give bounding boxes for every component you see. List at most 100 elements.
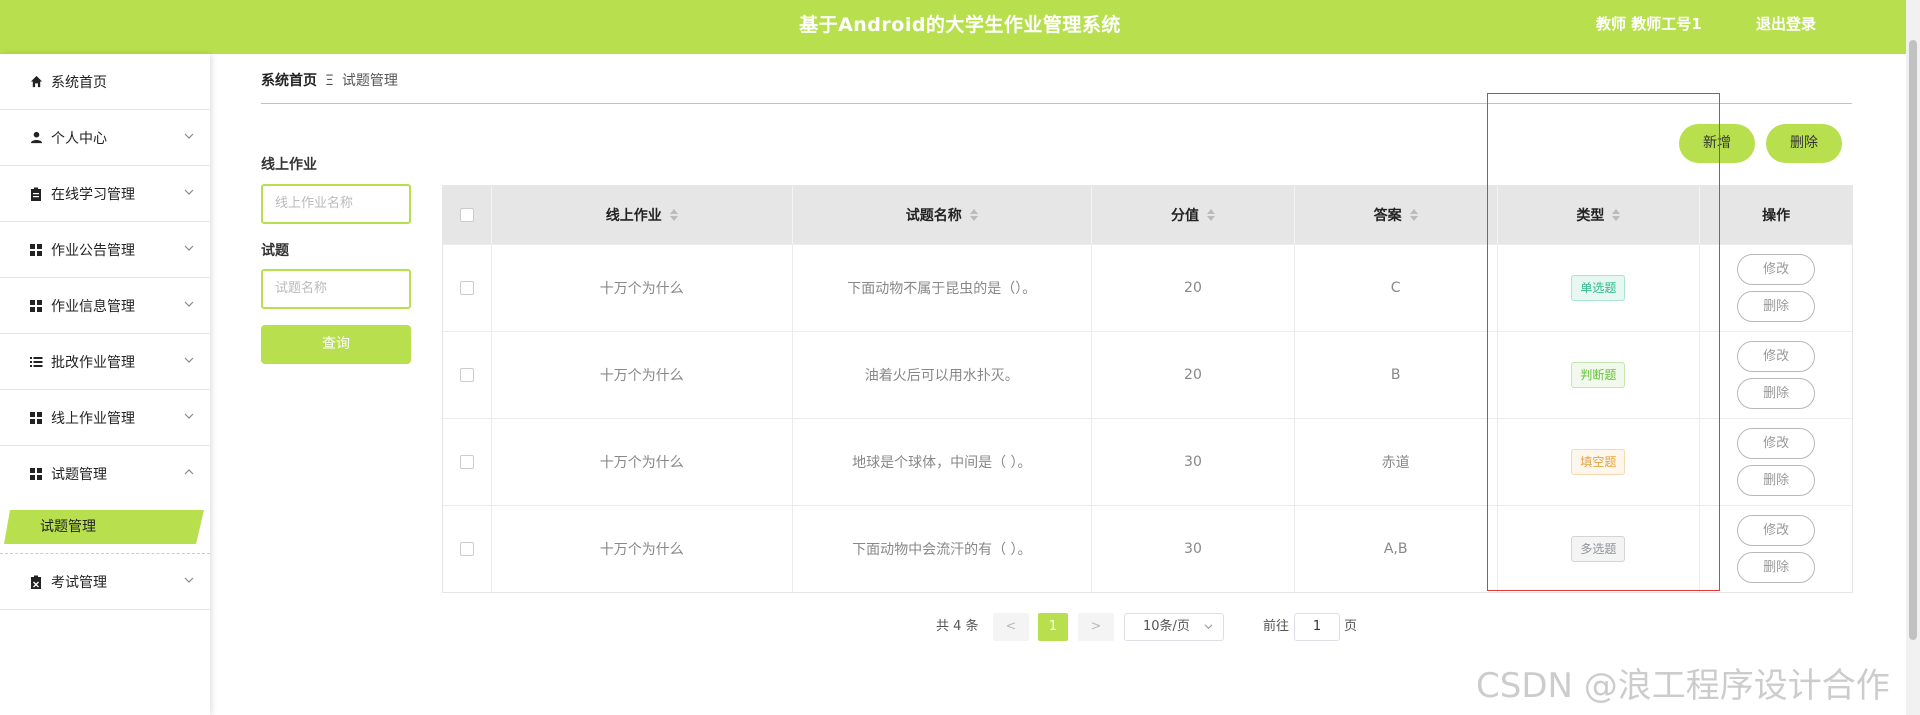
sidebar-item-label: 作业公告管理	[51, 242, 135, 259]
breadcrumb-current: 试题管理	[341, 73, 398, 89]
sidebar-item-label: 考试管理	[51, 574, 107, 591]
chevron-down-icon	[182, 355, 196, 369]
sidebar-item-label: 系统首页	[51, 74, 107, 91]
page-1-button[interactable]: 1	[1038, 613, 1068, 641]
homework-search-label: 线上作业	[261, 157, 317, 173]
row-delete-button[interactable]: 删除	[1737, 552, 1816, 583]
user-icon	[28, 130, 44, 146]
sidebar-item-label: 个人中心	[51, 130, 107, 147]
cell-score: 20	[1092, 332, 1295, 418]
column-header-homework[interactable]: 线上作业	[492, 186, 793, 244]
sidebar-item-grading[interactable]: 批改作业管理	[0, 334, 210, 390]
top-header: 基于Android的大学生作业管理系统 教师 教师工号1 退出登录	[0, 0, 1920, 54]
sidebar-item-online-homework[interactable]: 线上作业管理	[0, 390, 210, 446]
row-checkbox[interactable]	[459, 455, 474, 469]
row-delete-button[interactable]: 删除	[1737, 465, 1816, 496]
column-header-actions: 操作	[1762, 208, 1791, 224]
row-checkbox[interactable]	[459, 281, 474, 295]
sort-icon[interactable]	[969, 208, 978, 222]
sidebar-item-exams[interactable]: 考试管理	[0, 554, 210, 610]
page-size-value: 10条/页	[1143, 619, 1190, 634]
cell-question: 油着火后可以用水扑灭。	[793, 332, 1093, 418]
chevron-down-icon	[182, 131, 196, 145]
chevron-down-icon	[182, 187, 196, 201]
cell-homework: 十万个为什么	[492, 245, 793, 331]
query-button[interactable]: 查询	[261, 325, 411, 364]
sidebar: 系统首页 个人中心 在线学习管理 作业公告管理 作业信息管理 批改作业管理 线上…	[0, 54, 210, 715]
cell-score: 20	[1092, 245, 1295, 331]
chevron-down-icon	[182, 411, 196, 425]
chevron-down-icon	[182, 575, 196, 589]
sort-icon[interactable]	[1206, 208, 1215, 222]
chevron-up-icon	[182, 467, 196, 481]
cell-homework: 十万个为什么	[492, 506, 793, 592]
sidebar-item-label: 在线学习管理	[51, 186, 135, 203]
sidebar-item-homework-info[interactable]: 作业信息管理	[0, 278, 210, 334]
select-all-checkbox[interactable]	[459, 208, 474, 222]
sidebar-item-label: 线上作业管理	[51, 410, 135, 427]
submenu-item-questions[interactable]: 试题管理	[40, 510, 96, 544]
sort-icon[interactable]	[1409, 208, 1418, 222]
cell-score: 30	[1092, 419, 1295, 505]
page-size-select[interactable]: 10条/页	[1124, 613, 1224, 641]
submenu-highlight	[4, 510, 204, 544]
cell-homework: 十万个为什么	[492, 419, 793, 505]
list-icon	[28, 354, 44, 370]
sort-icon[interactable]	[669, 208, 678, 222]
question-search-input[interactable]: 试题名称	[261, 269, 411, 309]
homework-search-input[interactable]: 线上作业名称	[261, 184, 411, 224]
page-unit-label: 页	[1344, 619, 1358, 634]
breadcrumb: 系统首页 Ξ 试题管理	[261, 72, 398, 90]
prev-page-button[interactable]: <	[993, 613, 1029, 641]
edit-button[interactable]: 修改	[1737, 515, 1816, 546]
column-header-answer[interactable]: 答案	[1295, 186, 1498, 244]
cell-question: 下面动物中会流汗的有（ ）。	[793, 506, 1093, 592]
chevron-down-icon	[182, 299, 196, 313]
row-checkbox[interactable]	[459, 542, 474, 556]
row-checkbox[interactable]	[459, 368, 474, 382]
column-header-question[interactable]: 试题名称	[793, 186, 1093, 244]
sidebar-item-home[interactable]: 系统首页	[0, 54, 210, 110]
cell-answer: A,B	[1295, 506, 1498, 592]
row-delete-button[interactable]: 删除	[1737, 291, 1816, 322]
edit-button[interactable]: 修改	[1737, 254, 1816, 285]
next-page-button[interactable]: >	[1078, 613, 1114, 641]
goto-label: 前往	[1263, 619, 1290, 634]
goto-page-input[interactable]: 1	[1294, 613, 1340, 641]
cell-score: 30	[1092, 506, 1295, 592]
user-info: 教师 教师工号1	[1596, 15, 1702, 33]
highlight-annotation-box	[1487, 93, 1720, 591]
sidebar-item-profile[interactable]: 个人中心	[0, 110, 210, 166]
sidebar-item-label: 试题管理	[51, 467, 107, 483]
breadcrumb-separator: Ξ	[325, 73, 334, 89]
sidebar-item-homework-notice[interactable]: 作业公告管理	[0, 222, 210, 278]
chevron-down-icon	[182, 243, 196, 257]
chevron-down-icon	[1204, 614, 1213, 640]
row-delete-button[interactable]: 删除	[1737, 378, 1816, 409]
cell-answer: B	[1295, 332, 1498, 418]
submenu-group: 试题管理	[0, 502, 210, 554]
grid-icon	[28, 298, 44, 314]
sidebar-item-label: 作业信息管理	[51, 298, 135, 315]
logout-link[interactable]: 退出登录	[1756, 0, 1816, 48]
sidebar-item-online-learning[interactable]: 在线学习管理	[0, 166, 210, 222]
home-icon	[28, 74, 44, 90]
grid-icon	[28, 242, 44, 258]
clipboard-icon	[28, 186, 44, 202]
sidebar-item-questions[interactable]: 试题管理	[0, 446, 210, 502]
page-scrollbar[interactable]	[1906, 0, 1920, 715]
breadcrumb-home[interactable]: 系统首页	[261, 73, 317, 89]
cell-answer: C	[1295, 245, 1498, 331]
cell-answer: 赤道	[1295, 419, 1498, 505]
delete-button[interactable]: 删除	[1766, 124, 1842, 163]
scrollbar-thumb[interactable]	[1909, 40, 1917, 640]
watermark: CSDN @浪工程序设计合作	[1476, 666, 1890, 706]
grid-icon	[28, 410, 44, 426]
edit-button[interactable]: 修改	[1737, 341, 1816, 372]
pagination-total: 共 4 条	[936, 619, 979, 634]
cell-homework: 十万个为什么	[492, 332, 793, 418]
edit-button[interactable]: 修改	[1737, 428, 1816, 459]
cell-question: 地球是个球体，中间是（ ）。	[793, 419, 1093, 505]
question-search-label: 试题	[261, 243, 289, 259]
column-header-score[interactable]: 分值	[1092, 186, 1295, 244]
